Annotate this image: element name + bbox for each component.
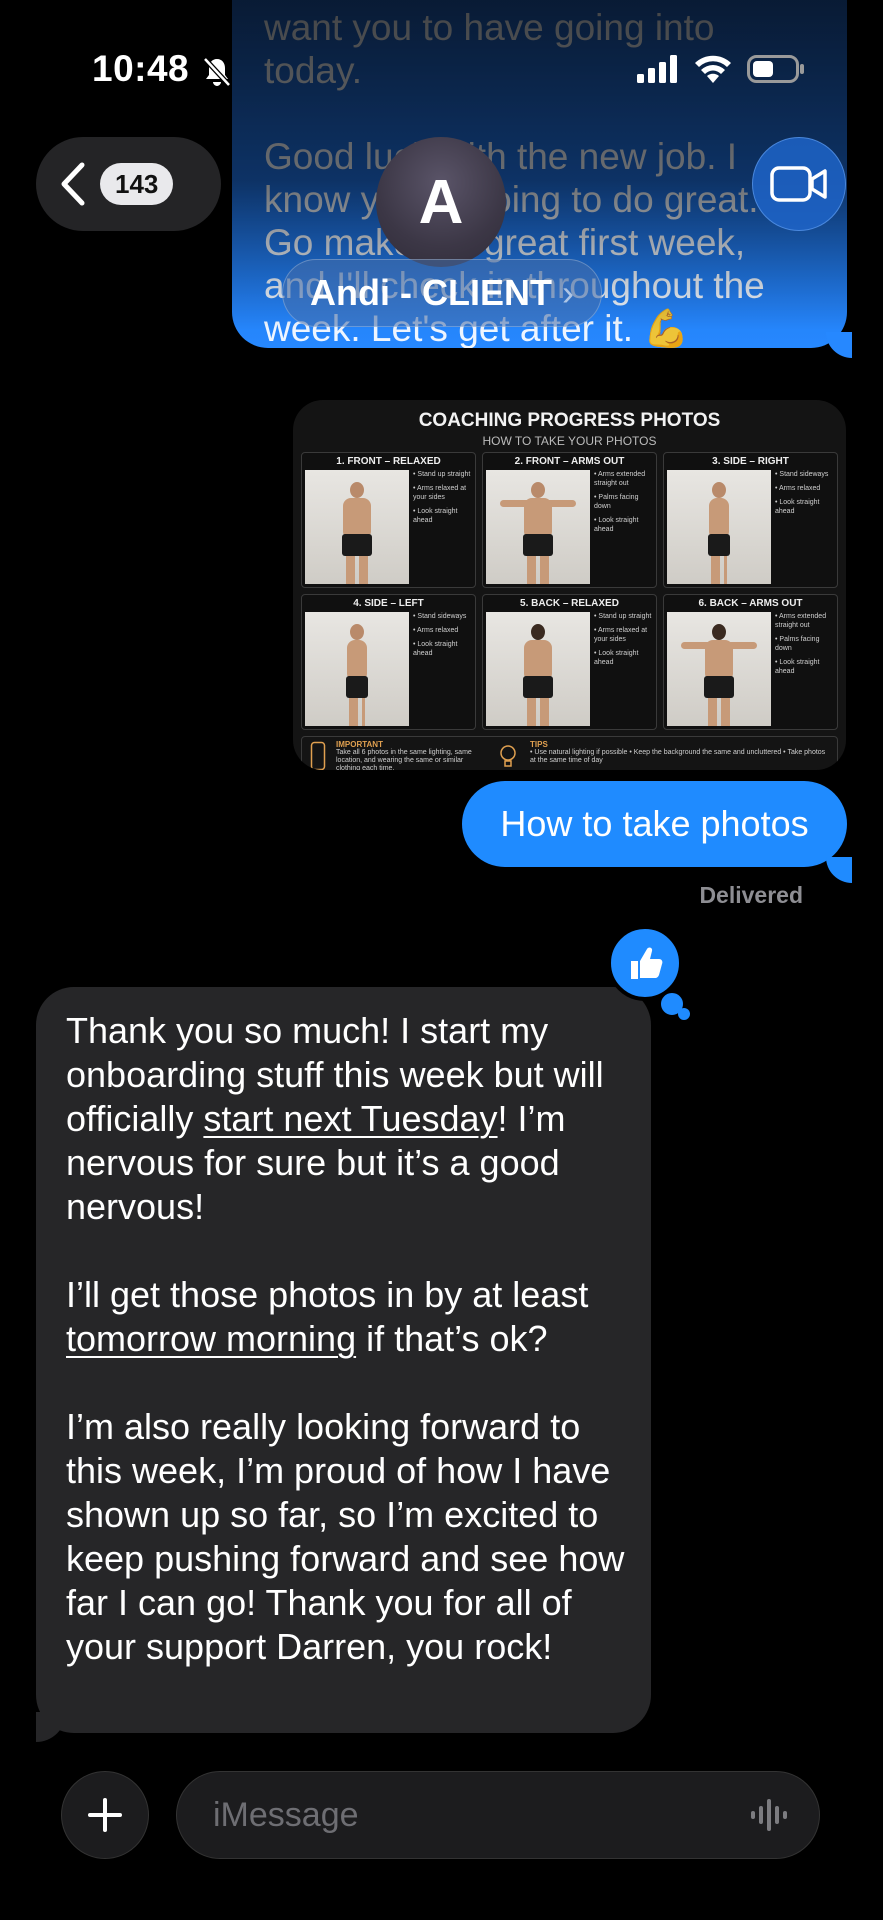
pose-photo <box>305 470 409 584</box>
message-text-line: want you to have going into <box>264 7 715 48</box>
status-icons <box>637 54 805 84</box>
message-text: if that’s ok? <box>356 1318 548 1359</box>
pose-note: • Look straight ahead <box>413 508 458 524</box>
signal-bars-icon <box>637 55 677 83</box>
lightbulb-icon <box>500 745 516 767</box>
important-label: IMPORTANT <box>336 740 383 749</box>
pose-note: • Look straight ahead <box>594 650 639 666</box>
important-text: Take all 6 photos in the same lighting, … <box>336 749 472 770</box>
outgoing-message-bubble[interactable]: How to take photos <box>462 781 847 867</box>
message-input[interactable] <box>211 1794 749 1836</box>
pose-note: • Arms relaxed at your sides <box>594 627 648 643</box>
contact-name: Andi - CLIENT <box>310 272 552 313</box>
wifi-icon <box>695 55 731 83</box>
pose-note: • Palms facing down <box>594 494 639 510</box>
bubble-tail <box>826 857 852 883</box>
pose-note: • Stand sideways <box>413 613 467 620</box>
attachment-title: COACHING PROGRESS PHOTOS <box>418 410 721 431</box>
pose-card: 2. FRONT – ARMS OUT • Arms extended stra… <box>482 452 657 588</box>
pose-label: 2. FRONT – ARMS OUT <box>514 456 625 467</box>
pose-note: • Arms relaxed at your sides <box>413 485 467 501</box>
pose-label: 3. SIDE – RIGHT <box>712 456 789 467</box>
tapback-tail <box>678 1008 690 1020</box>
avatar-initial: A <box>418 167 464 237</box>
pose-note: • Arms extended straight out <box>594 471 646 487</box>
pose-photo <box>305 612 409 726</box>
pose-label: 5. BACK – RELAXED <box>520 598 619 609</box>
pose-note: • Look straight ahead <box>775 659 820 675</box>
pose-note: • Stand up straight <box>413 471 471 478</box>
status-time: 10:48 <box>92 48 190 89</box>
back-button[interactable]: 143 <box>36 137 221 231</box>
phone-icon <box>310 741 326 770</box>
message-paragraph: Thank you so much! I start my onboarding… <box>66 1009 627 1229</box>
pose-note: • Arms relaxed <box>413 627 459 634</box>
pose-photo <box>486 612 590 726</box>
pose-note: • Palms facing down <box>775 636 820 652</box>
pose-note: • Look straight ahead <box>775 499 820 515</box>
pose-note: • Look straight ahead <box>594 517 639 533</box>
incoming-message-bubble[interactable]: Thank you so much! I start my onboarding… <box>36 987 651 1733</box>
chevron-left-icon <box>61 162 85 206</box>
pose-label: 6. BACK – ARMS OUT <box>698 598 803 609</box>
pose-label: 1. FRONT – RELAXED <box>336 456 441 467</box>
chevron-right-icon: › <box>561 272 574 313</box>
pose-card: 6. BACK – ARMS OUT • Arms extended strai… <box>663 594 838 730</box>
pose-note: • Arms extended straight out <box>775 613 827 629</box>
date-link[interactable]: start next Tuesday <box>203 1098 497 1139</box>
pose-photo <box>667 612 771 726</box>
message-paragraph: I’ll get those photos in by at least tom… <box>66 1273 627 1361</box>
pose-photo <box>486 470 590 584</box>
message-paragraph: I’m also really looking forward to this … <box>66 1406 625 1667</box>
attachment-footer: IMPORTANT Take all 6 photos in the same … <box>301 736 838 770</box>
message-text: I’ll get those photos in by at least <box>66 1274 589 1315</box>
message-text: How to take photos <box>500 803 809 844</box>
pose-card: 3. SIDE – RIGHT • Stand sideways • Arms … <box>663 452 838 588</box>
pose-note: • Arms relaxed <box>775 485 821 492</box>
contact-name-button[interactable]: Andi - CLIENT › <box>282 259 602 327</box>
attachment-subtitle: HOW TO TAKE YOUR PHOTOS <box>482 434 657 448</box>
pose-photo <box>667 470 771 584</box>
battery-icon <box>747 55 804 83</box>
photo-pose-grid: 1. FRONT – RELAXED • Stand up straight •… <box>301 452 838 730</box>
facetime-video-button[interactable] <box>752 137 846 231</box>
unread-count-badge: 143 <box>100 163 174 205</box>
pose-card: 5. BACK – RELAXED • Stand up straight • … <box>482 594 657 730</box>
date-link[interactable]: tomorrow morning <box>66 1318 356 1359</box>
delivery-status: Delivered <box>699 882 803 908</box>
pose-label: 4. SIDE – LEFT <box>353 598 424 609</box>
tips-text: • Use natural lighting if possible • Kee… <box>530 749 826 764</box>
pose-note: • Look straight ahead <box>413 641 458 657</box>
bubble-tail <box>826 332 852 358</box>
contact-avatar[interactable]: A <box>376 137 506 267</box>
apps-plus-button[interactable] <box>61 1771 149 1859</box>
tips-label: TIPS <box>530 740 548 749</box>
waveform-icon[interactable] <box>749 1797 789 1833</box>
video-camera-icon <box>770 166 827 202</box>
pose-card: 4. SIDE – LEFT • Stand sideways • Arms r… <box>301 594 476 730</box>
pose-card: 1. FRONT – RELAXED • Stand up straight •… <box>301 452 476 588</box>
image-attachment[interactable]: COACHING PROGRESS PHOTOS HOW TO TAKE YOU… <box>293 400 846 770</box>
message-input-container <box>176 1771 820 1859</box>
bubble-tail <box>36 1712 66 1742</box>
thumbs-up-icon <box>631 947 663 979</box>
plus-icon <box>88 1798 122 1832</box>
bell-slash-icon <box>202 56 232 93</box>
pose-note: • Stand up straight <box>594 613 652 620</box>
pose-note: • Stand sideways <box>775 471 829 478</box>
